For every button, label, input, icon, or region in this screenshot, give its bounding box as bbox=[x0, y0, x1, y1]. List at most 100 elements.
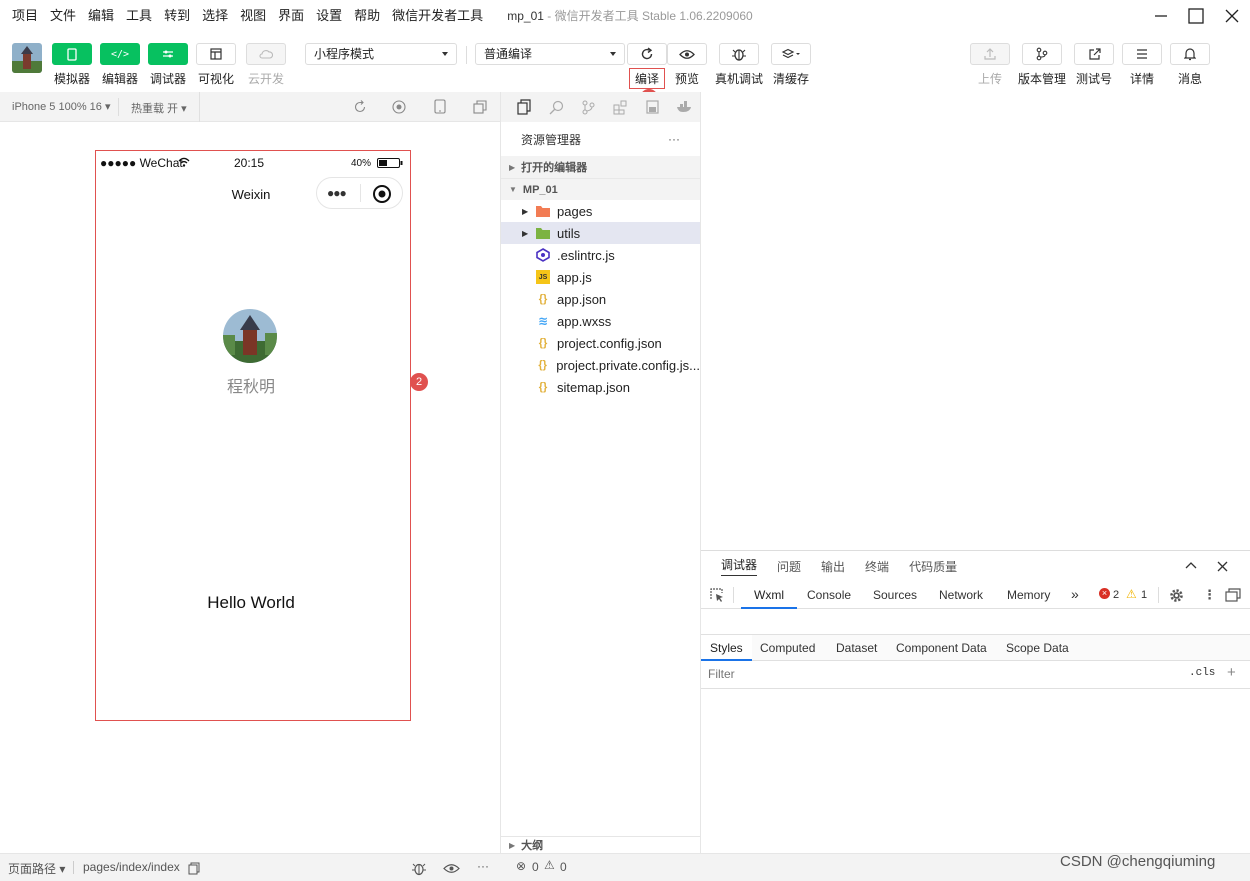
close-window-button[interactable] bbox=[1217, 4, 1247, 28]
styles-tab-dataset[interactable]: Dataset bbox=[836, 635, 877, 661]
bug-icon[interactable] bbox=[411, 861, 427, 876]
phone-screen[interactable]: ●●●●● WeChat 20:15 40% Weixin ●●● 程秋明 He… bbox=[95, 150, 411, 721]
tree-file-app-wxss[interactable]: ≋ app.wxss bbox=[501, 310, 700, 332]
more-options-icon[interactable]: ··· bbox=[668, 132, 680, 146]
stop-icon[interactable] bbox=[392, 100, 406, 114]
kebab-menu-icon[interactable]: ⋮ bbox=[1203, 581, 1216, 609]
tree-file-project-private-config[interactable]: {} project.private.config.js... bbox=[501, 354, 700, 376]
tab-code-quality[interactable]: 代码质量 bbox=[909, 558, 957, 575]
chevron-up-icon[interactable] bbox=[1185, 561, 1197, 569]
styles-tab-computed[interactable]: Computed bbox=[760, 635, 815, 661]
detach-window-icon[interactable] bbox=[473, 100, 487, 114]
maximize-button[interactable] bbox=[1181, 4, 1211, 28]
menu-project[interactable]: 项目 bbox=[0, 0, 44, 32]
copy-icon[interactable] bbox=[188, 862, 200, 875]
tree-file-app-js[interactable]: JS app.js bbox=[501, 266, 700, 288]
dock-side-icon[interactable] bbox=[1225, 588, 1241, 602]
tree-file-sitemap[interactable]: {} sitemap.json bbox=[501, 376, 700, 398]
eye-icon[interactable] bbox=[443, 863, 460, 874]
menu-select[interactable]: 选择 bbox=[196, 0, 234, 32]
search-icon[interactable] bbox=[541, 100, 573, 115]
menu-help[interactable]: 帮助 bbox=[348, 0, 386, 32]
devtab-memory[interactable]: Memory bbox=[1007, 581, 1050, 609]
details-button[interactable]: 详情 bbox=[1116, 43, 1168, 87]
styles-tab-scope-data[interactable]: Scope Data bbox=[1006, 635, 1069, 661]
menu-settings[interactable]: 设置 bbox=[310, 0, 348, 32]
capsule-button[interactable]: ●●● bbox=[316, 177, 403, 209]
menu-interface[interactable]: 界面 bbox=[272, 0, 310, 32]
tree-file-eslintrc[interactable]: .eslintrc.js bbox=[501, 244, 700, 266]
styles-tab-styles[interactable]: Styles bbox=[701, 635, 752, 661]
more-icon[interactable]: ··· bbox=[477, 859, 489, 873]
user-avatar[interactable] bbox=[12, 43, 42, 73]
project-section[interactable]: ▼ MP_01 bbox=[501, 178, 700, 200]
file-explorer: 资源管理器 ··· ▶ 打开的编辑器 ▼ MP_01 ▶ pages ▶ utils… bbox=[500, 92, 701, 853]
tree-item-label: sitemap.json bbox=[557, 379, 630, 395]
tree-item-label: utils bbox=[557, 225, 581, 241]
styles-filter-input[interactable] bbox=[703, 664, 1177, 684]
debugger-toggle[interactable]: 调试器 bbox=[142, 43, 194, 87]
styles-filter-bar: .cls + bbox=[701, 661, 1250, 689]
more-dots-icon[interactable]: ●●● bbox=[327, 186, 347, 200]
compile-select[interactable]: 普通编译 bbox=[475, 43, 625, 65]
minimize-button[interactable] bbox=[1146, 4, 1176, 28]
upload-button[interactable]: 上传 bbox=[964, 43, 1016, 87]
open-editors-section[interactable]: ▶ 打开的编辑器 bbox=[501, 156, 700, 178]
version-control-button[interactable]: 版本管理 bbox=[1016, 43, 1068, 87]
devtab-sources[interactable]: Sources bbox=[873, 581, 917, 609]
outline-section[interactable]: ▶ 大纲 bbox=[501, 836, 700, 853]
device-select[interactable]: iPhone 5 100% 16 ▾ bbox=[12, 100, 111, 113]
close-icon[interactable] bbox=[1217, 561, 1228, 572]
tab-output[interactable]: 输出 bbox=[821, 558, 845, 575]
menu-goto[interactable]: 转到 bbox=[158, 0, 196, 32]
devtab-wxml[interactable]: Wxml bbox=[741, 581, 797, 609]
tree-folder-utils[interactable]: ▶ utils bbox=[501, 222, 700, 244]
visual-toggle[interactable]: 可视化 bbox=[190, 43, 242, 87]
json-file-icon: {} bbox=[538, 359, 547, 371]
mode-select[interactable]: 小程序模式 bbox=[305, 43, 457, 65]
more-tabs-icon[interactable]: » bbox=[1071, 581, 1079, 607]
inspect-element-icon[interactable] bbox=[710, 588, 725, 603]
rotate-icon[interactable] bbox=[353, 100, 367, 114]
tree-file-app-json[interactable]: {} app.json bbox=[501, 288, 700, 310]
source-control-icon[interactable] bbox=[573, 100, 605, 115]
simulator-toggle[interactable]: 模拟器 bbox=[46, 43, 98, 87]
status-error-count[interactable]: 0 bbox=[532, 860, 539, 874]
close-miniprogram-icon[interactable] bbox=[372, 184, 392, 204]
page-path-label: 页面路径 bbox=[8, 862, 57, 876]
editor-label: 编辑器 bbox=[101, 72, 138, 86]
menu-view[interactable]: 视图 bbox=[234, 0, 272, 32]
tree-file-project-config[interactable]: {} project.config.json bbox=[501, 332, 700, 354]
messages-button[interactable]: 消息 bbox=[1164, 43, 1216, 87]
cloud-dev-button[interactable]: 云开发 bbox=[240, 43, 292, 87]
menu-wechat-devtools[interactable]: 微信开发者工具 bbox=[386, 0, 489, 32]
styles-tab-component-data[interactable]: Component Data bbox=[896, 635, 987, 661]
files-icon[interactable] bbox=[509, 99, 541, 115]
error-count[interactable]: 2 bbox=[1113, 581, 1119, 609]
menu-file[interactable]: 文件 bbox=[44, 0, 82, 32]
devtab-network[interactable]: Network bbox=[939, 581, 983, 609]
devtab-console[interactable]: Console bbox=[807, 581, 851, 609]
warning-count[interactable]: 1 bbox=[1141, 581, 1147, 609]
remote-debug-button[interactable]: 真机调试 bbox=[713, 43, 765, 87]
storage-icon[interactable] bbox=[636, 100, 668, 114]
gear-icon[interactable] bbox=[1169, 588, 1184, 603]
preview-button[interactable]: 预览 bbox=[661, 43, 713, 87]
phone-outline-icon[interactable] bbox=[434, 99, 446, 114]
test-account-button[interactable]: 测试号 bbox=[1068, 43, 1120, 87]
tree-folder-pages[interactable]: ▶ pages bbox=[501, 200, 700, 222]
cls-toggle[interactable]: .cls bbox=[1189, 667, 1215, 679]
clear-cache-button[interactable]: 清缓存 bbox=[765, 43, 817, 87]
add-style-rule-icon[interactable]: + bbox=[1227, 664, 1236, 681]
page-path-select[interactable]: 页面路径 ▾ bbox=[8, 860, 65, 877]
tab-problems[interactable]: 问题 bbox=[777, 558, 801, 575]
status-warning-count[interactable]: 0 bbox=[560, 860, 567, 874]
menu-tools[interactable]: 工具 bbox=[120, 0, 158, 32]
tab-debugger[interactable]: 调试器 bbox=[721, 556, 758, 576]
hot-reload-toggle[interactable]: 热重载 开 ▾ bbox=[131, 100, 187, 116]
docker-icon[interactable] bbox=[668, 101, 700, 113]
tab-terminal[interactable]: 终端 bbox=[865, 558, 889, 575]
menu-edit[interactable]: 编辑 bbox=[82, 0, 120, 32]
editor-toggle[interactable]: </> 编辑器 bbox=[94, 43, 146, 87]
extensions-icon[interactable] bbox=[604, 100, 636, 115]
